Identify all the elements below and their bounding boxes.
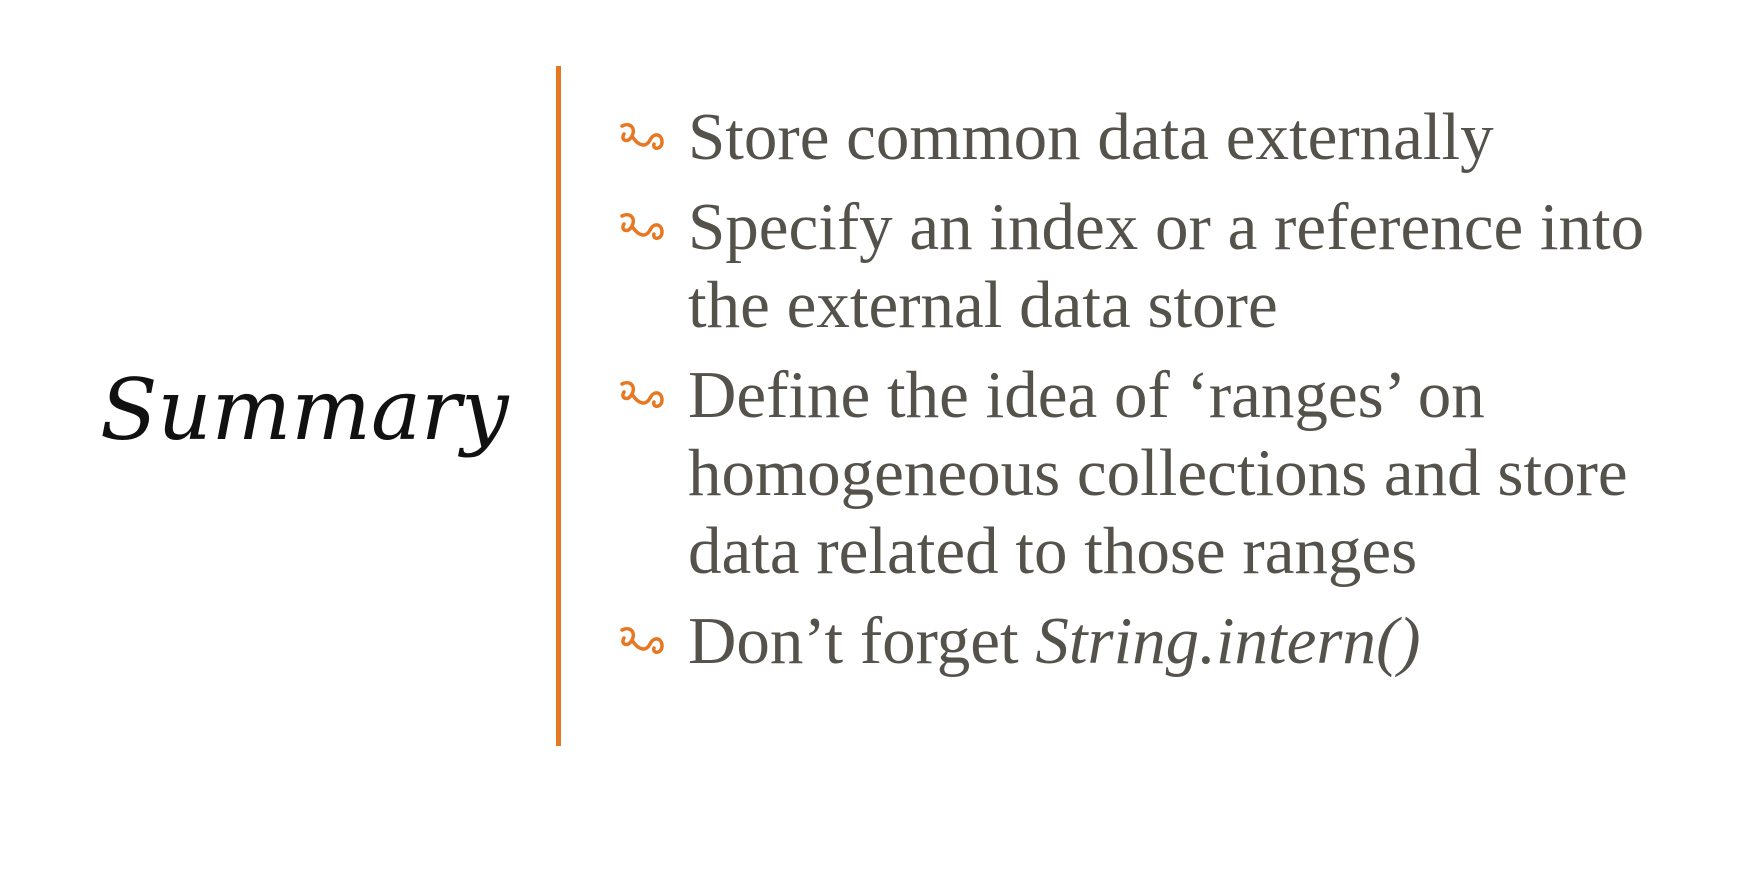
slide: Summary Store common data externally Spe… — [0, 0, 1740, 883]
bullet-text-emphasis: String.intern() — [1035, 604, 1421, 678]
fleuron-icon — [620, 123, 664, 150]
vertical-divider — [556, 66, 561, 746]
list-item: Define the idea of ‘ranges’ on homogeneo… — [616, 356, 1716, 590]
bullet-text: Specify an index or a reference into the… — [688, 190, 1645, 342]
fleuron-icon — [620, 381, 664, 408]
bullet-text: Define the idea of ‘ranges’ on homogeneo… — [688, 358, 1628, 588]
bullet-text-plain: Don’t forget — [688, 604, 1036, 678]
fleuron-icon — [620, 213, 664, 240]
list-item: Store common data externally — [616, 98, 1716, 176]
list-item: Don’t forget String.intern() — [616, 602, 1716, 680]
slide-title: Summary — [100, 361, 509, 459]
fleuron-icon — [620, 627, 664, 654]
list-item: Specify an index or a reference into the… — [616, 188, 1716, 344]
bullet-text: Don’t forget String.intern() — [688, 604, 1421, 678]
bullet-text: Store common data externally — [688, 100, 1494, 174]
bullet-list: Store common data externally Specify an … — [616, 98, 1716, 692]
